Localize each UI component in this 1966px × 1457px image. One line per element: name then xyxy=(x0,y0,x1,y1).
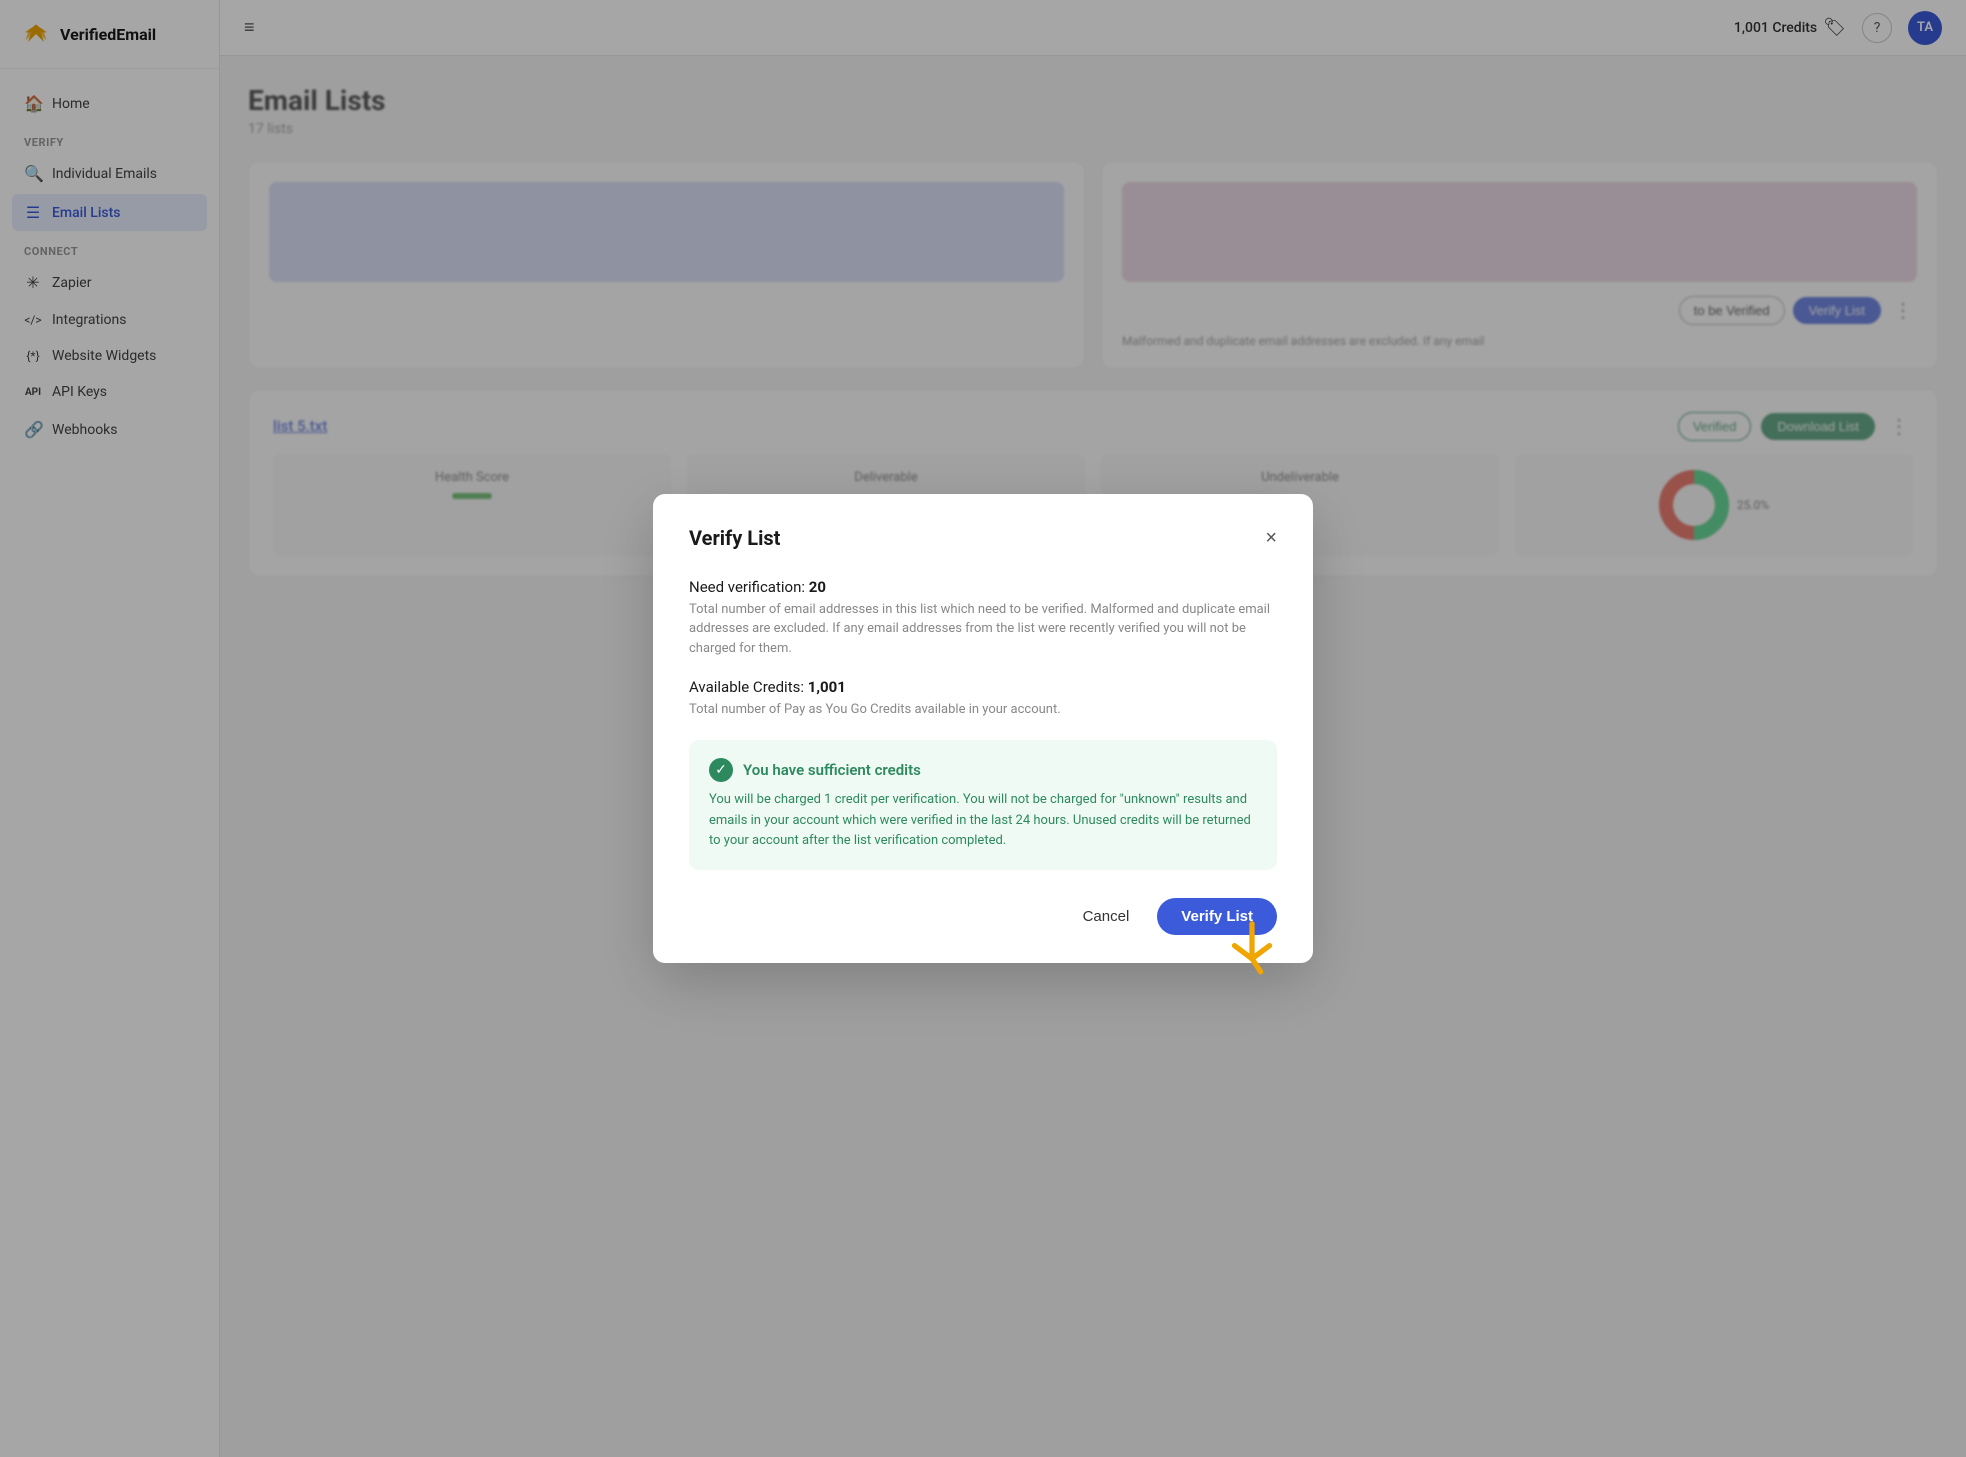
need-verification-row: Need verification: 20 Total number of em… xyxy=(689,578,1277,659)
available-credits-row: Available Credits: 1,001 Total number of… xyxy=(689,678,1277,720)
available-credits-label: Available Credits: 1,001 xyxy=(689,678,1277,696)
verify-list-modal: Verify List × Need verification: 20 Tota… xyxy=(653,494,1313,963)
success-body: You will be charged 1 credit per verific… xyxy=(709,790,1257,852)
modal-footer: Cancel Verify List xyxy=(689,898,1277,935)
modal-overlay: Verify List × Need verification: 20 Tota… xyxy=(0,0,1966,1457)
success-check-icon: ✓ xyxy=(709,758,733,782)
success-title: You have sufficient credits xyxy=(743,761,921,779)
need-verification-desc: Total number of email addresses in this … xyxy=(689,600,1277,659)
need-verification-label: Need verification: 20 xyxy=(689,578,1277,596)
close-icon: × xyxy=(1265,527,1277,549)
modal-close-button[interactable]: × xyxy=(1265,528,1277,548)
cancel-button[interactable]: Cancel xyxy=(1071,900,1142,933)
success-box-header: ✓ You have sufficient credits xyxy=(709,758,1257,782)
modal-header: Verify List × xyxy=(689,526,1277,550)
success-box: ✓ You have sufficient credits You will b… xyxy=(689,740,1277,870)
available-credits-desc: Total number of Pay as You Go Credits av… xyxy=(689,700,1277,720)
modal-title: Verify List xyxy=(689,526,780,550)
verify-list-button[interactable]: Verify List xyxy=(1157,898,1277,935)
